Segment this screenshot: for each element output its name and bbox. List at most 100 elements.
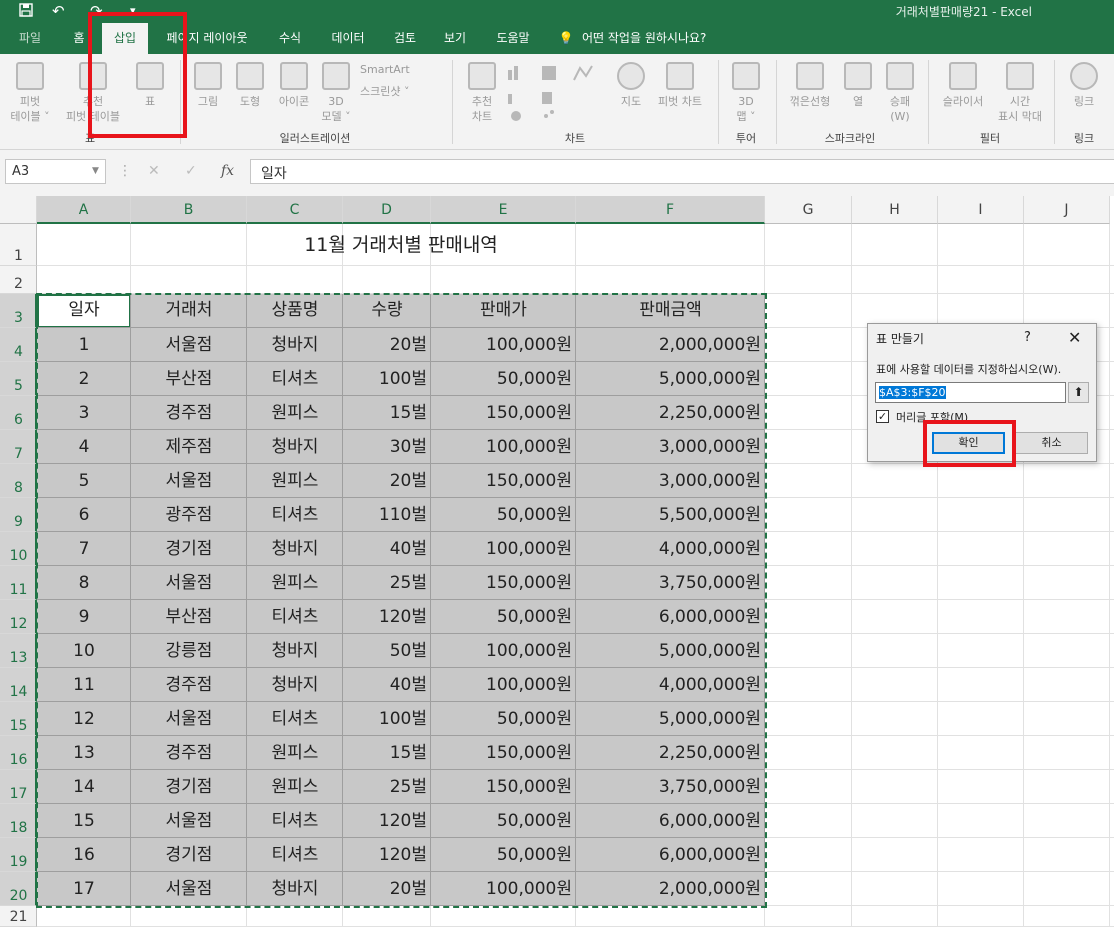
- insert-function-icon[interactable]: fx: [221, 163, 234, 179]
- column-header-j[interactable]: J: [1024, 196, 1110, 224]
- range-input[interactable]: $A$3:$F$20: [875, 382, 1066, 403]
- chevron-down-icon[interactable]: ▼: [92, 166, 99, 176]
- group-filters: 필터: [979, 132, 1001, 145]
- row-header-21[interactable]: 21: [0, 906, 37, 927]
- row-header-13[interactable]: 13: [0, 634, 37, 668]
- row-header-2[interactable]: 2: [0, 266, 37, 294]
- row-header-5[interactable]: 5: [0, 362, 37, 396]
- cancel-icon[interactable]: ✕: [148, 163, 160, 179]
- row-header-3[interactable]: 3: [0, 294, 37, 328]
- column-header-b[interactable]: B: [131, 196, 247, 224]
- select-all-corner[interactable]: [0, 196, 37, 224]
- group-links: 링크: [1073, 132, 1095, 145]
- column-header-g[interactable]: G: [765, 196, 852, 224]
- range-value: $A$3:$F$20: [879, 386, 946, 399]
- row-header-6[interactable]: 6: [0, 396, 37, 430]
- undo-icon[interactable]: ↶: [52, 2, 65, 20]
- pictures-button[interactable]: 그림: [190, 62, 226, 109]
- dialog-title: 표 만들기: [876, 332, 924, 346]
- shapes-button[interactable]: 도형: [232, 62, 268, 109]
- worksheet-grid[interactable]: A B C D E F G H I J 1 2 3 4 5 6 7 8 9 10 11 12 13 14 15 16 17 18 19 2…: [0, 196, 1114, 927]
- row-number: 12: [9, 616, 28, 632]
- pivot-table-button[interactable]: 피벗 테이블 ˅: [8, 62, 52, 124]
- tab-formulas[interactable]: 수식: [268, 23, 312, 54]
- tab-file[interactable]: 파일: [8, 23, 52, 54]
- row-header-1[interactable]: 1: [0, 224, 37, 266]
- picture-icon: [194, 62, 222, 90]
- row-number: 6: [14, 412, 23, 428]
- row-header-9[interactable]: 9: [0, 498, 37, 532]
- row-number: 10: [9, 548, 28, 564]
- lightbulb-icon: 💡: [558, 31, 574, 45]
- close-icon[interactable]: ✕: [1068, 328, 1081, 347]
- row-number: 7: [14, 446, 23, 462]
- link-button[interactable]: 링크: [1064, 62, 1104, 109]
- timeline-button[interactable]: 시간 표시 막대: [994, 62, 1046, 124]
- 3d-map-button[interactable]: 3D 맵 ˅: [726, 62, 766, 124]
- tab-help[interactable]: 도움말: [484, 23, 542, 54]
- row-number: 9: [14, 514, 23, 530]
- row-header-10[interactable]: 10: [0, 532, 37, 566]
- chart-types-gallery[interactable]: [506, 62, 606, 122]
- icons-button[interactable]: 아이콘: [273, 62, 315, 109]
- column-header-h[interactable]: H: [852, 196, 938, 224]
- row-header-4[interactable]: 4: [0, 328, 37, 362]
- cancel-button[interactable]: 취소: [1015, 432, 1088, 454]
- sparkline-line-button[interactable]: 꺾은선형: [784, 62, 836, 109]
- name-box[interactable]: A3: [5, 159, 106, 184]
- tab-view[interactable]: 보기: [433, 23, 477, 54]
- range-prompt-label: 표에 사용할 데이터를 지정하십시오(W).: [876, 363, 1062, 376]
- row-header-12[interactable]: 12: [0, 600, 37, 634]
- ribbon-separator: [452, 60, 453, 144]
- row-header-19[interactable]: 19: [0, 838, 37, 872]
- column-header-e[interactable]: E: [431, 196, 576, 224]
- sheet-title[interactable]: 11월 거래처별 판매내역: [37, 230, 765, 260]
- has-headers-checkbox[interactable]: ✓: [876, 410, 889, 423]
- column-header-d[interactable]: D: [343, 196, 431, 224]
- save-icon[interactable]: [18, 2, 34, 22]
- row-header-20[interactable]: 20: [0, 872, 37, 906]
- highlight-insert-table: [88, 12, 187, 138]
- row-header-16[interactable]: 16: [0, 736, 37, 770]
- row-number: 18: [9, 820, 28, 836]
- slicer-button[interactable]: 슬라이서: [936, 62, 990, 109]
- maps-button[interactable]: 지도: [616, 62, 646, 109]
- row-header-15[interactable]: 15: [0, 702, 37, 736]
- tell-me-search[interactable]: 어떤 작업을 원하시나요?: [582, 23, 732, 54]
- column-header-i[interactable]: I: [938, 196, 1024, 224]
- row-number: 19: [9, 854, 28, 870]
- row-header-17[interactable]: 17: [0, 770, 37, 804]
- group-charts: 차트: [564, 132, 586, 145]
- smartart-button[interactable]: SmartArt: [360, 62, 440, 77]
- grid-line: [1109, 224, 1110, 927]
- ribbon-separator: [776, 60, 777, 144]
- row-header-14[interactable]: 14: [0, 668, 37, 702]
- sparkline-winloss-button[interactable]: 승패 (W): [880, 62, 920, 124]
- row-header-18[interactable]: 18: [0, 804, 37, 838]
- highlight-ok-button: [923, 420, 1016, 467]
- timeline-icon: [1006, 62, 1034, 90]
- formula-input[interactable]: 일자: [250, 159, 1114, 184]
- sparkline-column-button[interactable]: 열: [842, 62, 874, 109]
- slicer-icon: [949, 62, 977, 90]
- row-header-8[interactable]: 8: [0, 464, 37, 498]
- tab-data[interactable]: 데이터: [318, 23, 378, 54]
- icons-icon: [280, 62, 308, 90]
- column-header-c[interactable]: C: [247, 196, 343, 224]
- pivot-chart-button[interactable]: 피벗 차트: [652, 62, 708, 109]
- globe-icon: [617, 62, 645, 90]
- pivot-table-icon: [16, 62, 44, 90]
- row-number: 3: [14, 310, 23, 326]
- screenshot-button[interactable]: 스크린샷 ˅: [360, 84, 444, 99]
- confirm-icon[interactable]: ✓: [185, 163, 197, 179]
- 3d-models-button[interactable]: 3D 모델 ˅: [318, 62, 354, 124]
- help-icon[interactable]: ?: [1024, 330, 1031, 345]
- column-header-a[interactable]: A: [37, 196, 131, 224]
- column-header-f[interactable]: F: [576, 196, 765, 224]
- row-header-11[interactable]: 11: [0, 566, 37, 600]
- tab-review[interactable]: 검토: [383, 23, 427, 54]
- recommended-charts-button[interactable]: 추천 차트: [462, 62, 502, 124]
- collapse-dialog-icon[interactable]: ⬆: [1068, 382, 1089, 403]
- row-number: 2: [14, 276, 23, 292]
- row-header-7[interactable]: 7: [0, 430, 37, 464]
